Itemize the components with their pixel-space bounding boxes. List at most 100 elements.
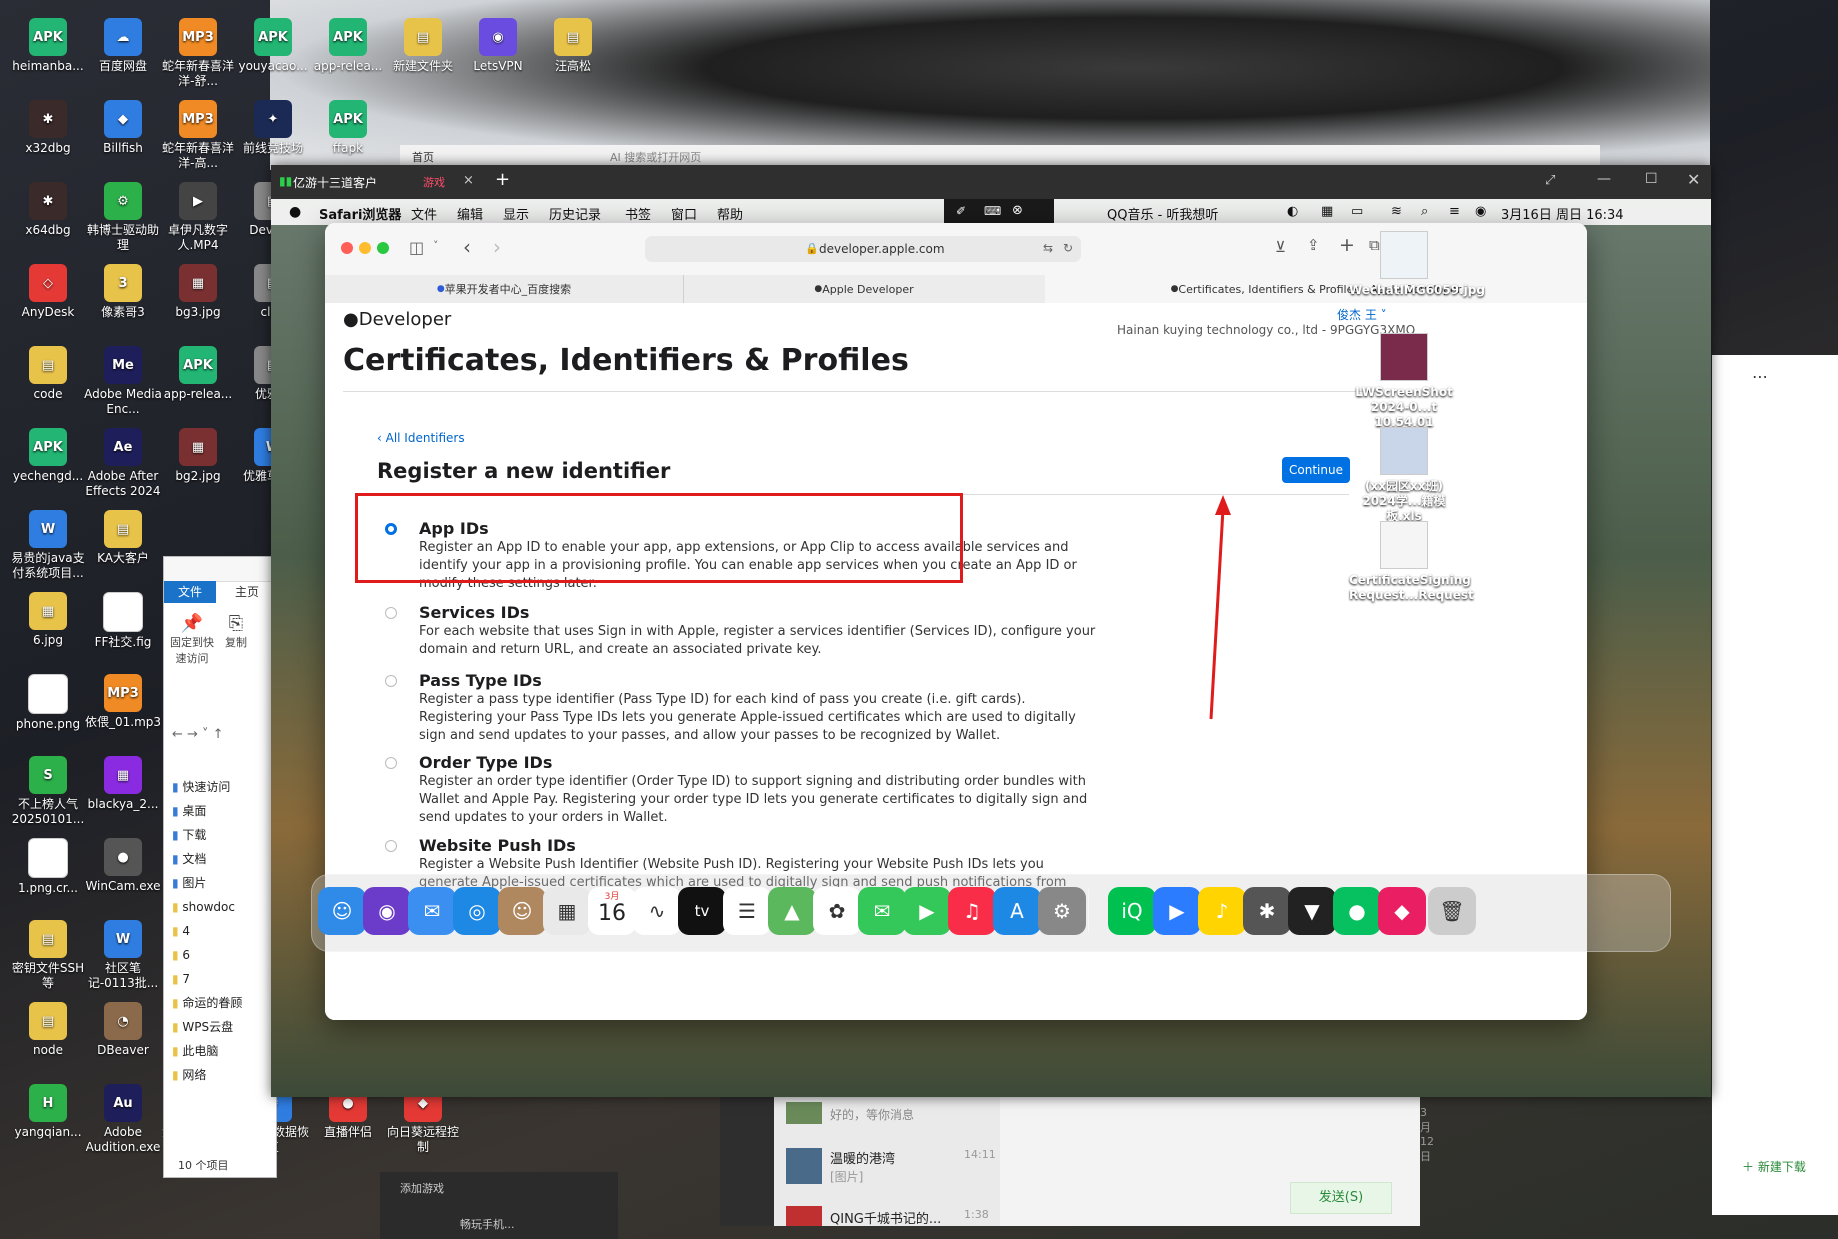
translate-icon[interactable]: ⇆: [1043, 241, 1053, 255]
desktop-icon[interactable]: ▦ 6.jpg: [8, 592, 88, 648]
explorer-tree-item[interactable]: ▮ 下载: [172, 823, 276, 847]
apple-developer-logo[interactable]: ●Developer: [343, 309, 451, 330]
explorer-tree-item[interactable]: ▮ 7: [172, 967, 276, 991]
explorer-tree-item[interactable]: ▮ showdoc: [172, 895, 276, 919]
mac-menu-item[interactable]: 编辑: [457, 204, 483, 223]
add-game-button[interactable]: 添加游戏: [400, 1180, 444, 1196]
player-icon[interactable]: ▶: [1153, 887, 1201, 935]
keyboard-menu-icon[interactable]: ▦: [1321, 204, 1333, 219]
explorer-tree-item[interactable]: ▮ WPS云盘: [172, 1015, 276, 1039]
radio-button[interactable]: [385, 675, 397, 687]
desktop-icon[interactable]: phone.png: [8, 674, 88, 732]
desktop-icon[interactable]: APK app-relea...: [308, 18, 388, 74]
desktop-icon[interactable]: ▤ code: [8, 346, 88, 402]
new-tab-button[interactable]: +: [495, 169, 510, 190]
settings-icon[interactable]: ⚙: [1038, 887, 1086, 935]
desktop-icon[interactable]: MP3 蛇年新春喜洋洋-高...: [158, 100, 238, 171]
launchpad-icon[interactable]: ▦: [543, 887, 591, 935]
explorer-tree-item[interactable]: ▮ 网络: [172, 1063, 276, 1087]
desktop-icon[interactable]: ● WinCam.exe: [83, 838, 163, 894]
freeform-icon[interactable]: ∿: [633, 887, 681, 935]
desktop-icon[interactable]: ✱ x64dbg: [8, 182, 88, 238]
fullscreen-icon[interactable]: ⤢: [1545, 173, 1555, 188]
mac-menu-item[interactable]: 显示: [503, 204, 529, 223]
desktop-icon[interactable]: Hyangqian...: [8, 1084, 88, 1140]
home-tab-label[interactable]: 首页: [412, 149, 434, 165]
desktop-icon[interactable]: ▶ 卓伊凡数字人.MP4: [158, 182, 238, 253]
now-playing-label[interactable]: QQ音乐 - 听我想听: [1107, 204, 1218, 223]
share-icon[interactable]: ⇪: [1307, 236, 1320, 254]
sidebar-icon[interactable]: ◫: [409, 238, 424, 257]
tab-close-icon[interactable]: ×: [463, 173, 474, 188]
explorer-tree-item[interactable]: ▮ 命运的眷顾: [172, 991, 276, 1015]
pen-icon[interactable]: ✐: [956, 204, 966, 218]
all-identifiers-link[interactable]: ‹ All Identifiers: [377, 431, 465, 445]
copy-button[interactable]: ⎘ 复制: [216, 613, 256, 650]
desktop-icon[interactable]: ▦ bg3.jpg: [158, 264, 238, 320]
iqiyi-icon[interactable]: iQ: [1108, 887, 1156, 935]
facetime-icon[interactable]: ▶: [903, 887, 951, 935]
mac-desktop-file[interactable]: WechatIMG6059.jpg: [1349, 231, 1485, 298]
game-badge[interactable]: 游戏: [423, 174, 445, 190]
desktop-icon[interactable]: ▤ 汪高松: [533, 18, 613, 74]
mac-menu-item[interactable]: 文件: [411, 204, 437, 223]
mac-menu-item[interactable]: 窗口: [671, 204, 697, 223]
browser-tab[interactable]: ● Certificates, Identifiers & Profiles -…: [1045, 275, 1587, 303]
pin-quick-access-button[interactable]: 📌 固定到快速访问: [170, 613, 214, 666]
qqmusic-icon[interactable]: ♪: [1198, 887, 1246, 935]
close-icon[interactable]: ✕: [1687, 170, 1700, 189]
chevron-down-icon[interactable]: ˅: [433, 239, 439, 252]
explorer-tree-item[interactable]: ▮ 4: [172, 919, 276, 943]
reload-icon[interactable]: ↻: [1063, 241, 1073, 255]
reminders-icon[interactable]: ☰: [723, 887, 771, 935]
trash-icon[interactable]: 🗑: [1428, 887, 1476, 935]
desktop-icon[interactable]: MP3 依偎_01.mp3: [83, 674, 163, 730]
desktop-icon[interactable]: ◆ Billfish: [83, 100, 163, 156]
explorer-tab-file[interactable]: 文件: [164, 581, 216, 603]
explorer-tree-item[interactable]: ▮ 文档: [172, 847, 276, 871]
desktop-icon[interactable]: Me Adobe Media Enc...: [83, 346, 163, 417]
desktop-icon[interactable]: APK yechengd...: [8, 428, 88, 484]
radio-button[interactable]: [385, 757, 397, 769]
siri-icon[interactable]: ◉: [363, 887, 411, 935]
wechat-send-button[interactable]: 发送(S): [1290, 1182, 1392, 1214]
desktop-icon[interactable]: ◔ DBeaver: [83, 1002, 163, 1058]
wifi-icon[interactable]: ≋: [1391, 204, 1402, 219]
back-icon[interactable]: ‹: [463, 235, 471, 259]
mac-menu-item[interactable]: 书签: [625, 204, 651, 223]
zoom-window-button[interactable]: [377, 242, 389, 254]
desktop-icon[interactable]: APK ffapk: [308, 100, 388, 156]
explorer-tree-item[interactable]: ▮ 桌面: [172, 799, 276, 823]
app-menu[interactable]: Safari浏览器: [319, 204, 401, 223]
user-menu[interactable]: 俊杰 王 ˅: [1337, 306, 1387, 323]
desktop-icon[interactable]: FF社交.fig: [83, 592, 163, 650]
continue-button[interactable]: Continue: [1282, 457, 1350, 483]
close-circle-icon[interactable]: ⊗: [1012, 203, 1023, 218]
more-icon[interactable]: ⋯: [1752, 367, 1768, 386]
desktop-icon[interactable]: ▦ blackya_2...: [83, 756, 163, 812]
maps-icon[interactable]: ▲: [768, 887, 816, 935]
new-download-button[interactable]: ＋ 新建下载: [1742, 1158, 1806, 1175]
desktop-icon[interactable]: W 易贵的java支付系统项目...: [8, 510, 88, 581]
keyboard-icon[interactable]: ⌨: [984, 204, 1001, 218]
browser-tab[interactable]: ● Apple Developer: [683, 275, 1046, 303]
minimize-window-button[interactable]: [359, 242, 371, 254]
desktop-icon[interactable]: ◇ AnyDesk: [8, 264, 88, 320]
wechat-icon[interactable]: ●: [1333, 887, 1381, 935]
contacts-icon[interactable]: ☺: [498, 887, 546, 935]
desktop-icon[interactable]: ◉ LetsVPN: [458, 18, 538, 74]
desktop-icon[interactable]: ▤ node: [8, 1002, 88, 1058]
explorer-tree-item[interactable]: ▮ 快速访问: [172, 775, 276, 799]
minimize-icon[interactable]: —: [1597, 171, 1611, 187]
desktop-icon[interactable]: ▦ bg2.jpg: [158, 428, 238, 484]
finder-icon[interactable]: ☺: [318, 887, 366, 935]
desktop-icon[interactable]: ▤ 新建文件夹: [383, 18, 463, 74]
desktop-icon[interactable]: ⚙ 韩博士驱动助理: [83, 182, 163, 253]
mail-icon[interactable]: ✉: [408, 887, 456, 935]
mac-menu-item[interactable]: 历史记录: [549, 204, 601, 223]
desktop-icon[interactable]: APK heimanba...: [8, 18, 88, 74]
tux-icon[interactable]: ▼: [1288, 887, 1336, 935]
vpn-icon[interactable]: ◐: [1287, 204, 1298, 219]
music-icon[interactable]: ♫: [948, 887, 996, 935]
desktop-icon[interactable]: Au Adobe Audition.exe: [83, 1084, 163, 1155]
